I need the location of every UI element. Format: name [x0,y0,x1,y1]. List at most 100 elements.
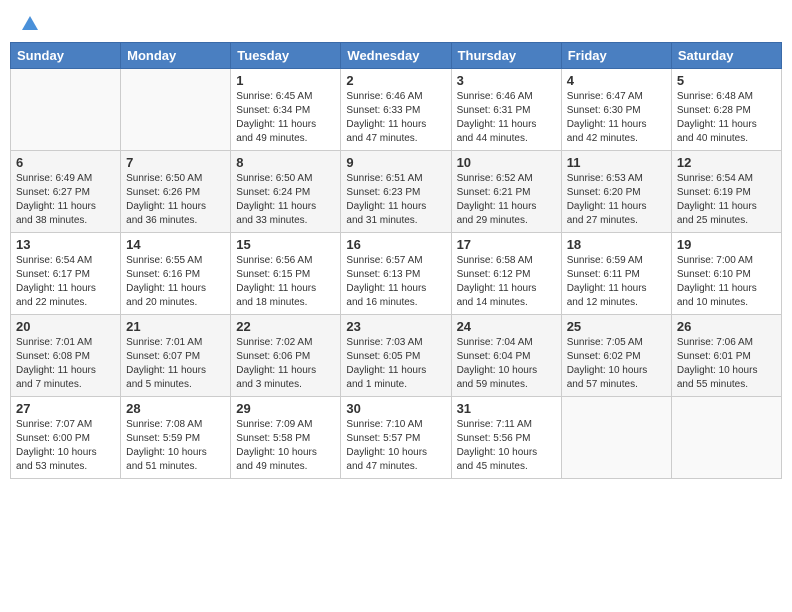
calendar-cell: 13 Sunrise: 6:54 AM Sunset: 6:17 PM Dayli… [11,233,121,315]
calendar-cell: 15 Sunrise: 6:56 AM Sunset: 6:15 PM Dayli… [231,233,341,315]
day-info: Sunrise: 7:04 AM Sunset: 6:04 PM Dayligh… [457,336,556,392]
day-info: Sunrise: 6:46 AM Sunset: 6:33 PM Dayligh… [346,90,445,146]
day-info: Sunrise: 6:49 AM Sunset: 6:27 PM Dayligh… [16,172,115,228]
day-info: Sunrise: 6:52 AM Sunset: 6:21 PM Dayligh… [457,172,556,228]
calendar-cell: 23 Sunrise: 7:03 AM Sunset: 6:05 PM Dayli… [341,315,451,397]
calendar-cell: 12 Sunrise: 6:54 AM Sunset: 6:19 PM Dayli… [671,151,781,233]
day-number: 1 [236,73,335,88]
calendar-week-row: 6 Sunrise: 6:49 AM Sunset: 6:27 PM Daylig… [11,151,782,233]
day-info: Sunrise: 6:59 AM Sunset: 6:11 PM Dayligh… [567,254,666,310]
calendar-cell: 7Sunrise: 6:50 AM Sunset: 6:26 PM Daylig… [121,151,231,233]
calendar-cell: 5 Sunrise: 6:48 AM Sunset: 6:28 PM Daylig… [671,69,781,151]
calendar-cell: 10Sunrise: 6:52 AM Sunset: 6:21 PM Dayli… [451,151,561,233]
day-info: Sunrise: 7:00 AM Sunset: 6:10 PM Dayligh… [677,254,776,310]
calendar-cell: 9 Sunrise: 6:51 AM Sunset: 6:23 PM Daylig… [341,151,451,233]
day-of-week-header: Tuesday [231,43,341,69]
day-number: 30 [346,401,445,416]
day-info: Sunrise: 6:58 AM Sunset: 6:12 PM Dayligh… [457,254,556,310]
day-number: 31 [457,401,556,416]
day-info: Sunrise: 7:08 AM Sunset: 5:59 PM Dayligh… [126,418,225,474]
day-number: 24 [457,319,556,334]
calendar-cell: 11Sunrise: 6:53 AM Sunset: 6:20 PM Dayli… [561,151,671,233]
day-number: 17 [457,237,556,252]
day-number: 13 [16,237,115,252]
day-info: Sunrise: 6:55 AM Sunset: 6:16 PM Dayligh… [126,254,225,310]
day-info: Sunrise: 7:05 AM Sunset: 6:02 PM Dayligh… [567,336,666,392]
day-number: 3 [457,73,556,88]
day-of-week-header: Saturday [671,43,781,69]
calendar-cell [561,397,671,479]
day-number: 8 [236,155,335,170]
day-number: 4 [567,73,666,88]
calendar-table: SundayMondayTuesdayWednesdayThursdayFrid… [10,42,782,479]
calendar-week-row: 1 Sunrise: 6:45 AM Sunset: 6:34 PM Daylig… [11,69,782,151]
day-of-week-header: Friday [561,43,671,69]
day-info: Sunrise: 6:50 AM Sunset: 6:26 PM Dayligh… [126,172,225,228]
day-of-week-header: Sunday [11,43,121,69]
calendar-cell: 18 Sunrise: 6:59 AM Sunset: 6:11 PM Dayli… [561,233,671,315]
day-number: 28 [126,401,225,416]
day-info: Sunrise: 6:54 AM Sunset: 6:17 PM Dayligh… [16,254,115,310]
calendar-cell: 14Sunrise: 6:55 AM Sunset: 6:16 PM Dayli… [121,233,231,315]
day-info: Sunrise: 6:46 AM Sunset: 6:31 PM Dayligh… [457,90,556,146]
day-info: Sunrise: 7:07 AM Sunset: 6:00 PM Dayligh… [16,418,115,474]
day-of-week-header: Thursday [451,43,561,69]
calendar-cell: 2 Sunrise: 6:46 AM Sunset: 6:33 PM Daylig… [341,69,451,151]
day-number: 23 [346,319,445,334]
calendar-cell: 8Sunrise: 6:50 AM Sunset: 6:24 PM Daylig… [231,151,341,233]
day-info: Sunrise: 6:51 AM Sunset: 6:23 PM Dayligh… [346,172,445,228]
calendar-week-row: 27 Sunrise: 7:07 AM Sunset: 6:00 PM Dayli… [11,397,782,479]
day-info: Sunrise: 7:01 AM Sunset: 6:07 PM Dayligh… [126,336,225,392]
calendar-cell: 24 Sunrise: 7:04 AM Sunset: 6:04 PM Dayli… [451,315,561,397]
logo [18,14,40,30]
day-number: 22 [236,319,335,334]
day-info: Sunrise: 6:54 AM Sunset: 6:19 PM Dayligh… [677,172,776,228]
calendar-cell: 4 Sunrise: 6:47 AM Sunset: 6:30 PM Daylig… [561,69,671,151]
day-info: Sunrise: 6:47 AM Sunset: 6:30 PM Dayligh… [567,90,666,146]
calendar-cell: 21 Sunrise: 7:01 AM Sunset: 6:07 PM Dayli… [121,315,231,397]
day-number: 21 [126,319,225,334]
day-info: Sunrise: 6:57 AM Sunset: 6:13 PM Dayligh… [346,254,445,310]
day-number: 6 [16,155,115,170]
day-info: Sunrise: 7:10 AM Sunset: 5:57 PM Dayligh… [346,418,445,474]
calendar-cell: 19Sunrise: 7:00 AM Sunset: 6:10 PM Dayli… [671,233,781,315]
calendar-cell [671,397,781,479]
calendar-week-row: 13 Sunrise: 6:54 AM Sunset: 6:17 PM Dayli… [11,233,782,315]
day-number: 11 [567,155,666,170]
day-number: 26 [677,319,776,334]
day-number: 12 [677,155,776,170]
day-of-week-header: Monday [121,43,231,69]
calendar-cell: 17 Sunrise: 6:58 AM Sunset: 6:12 PM Dayli… [451,233,561,315]
day-info: Sunrise: 7:03 AM Sunset: 6:05 PM Dayligh… [346,336,445,392]
day-info: Sunrise: 7:06 AM Sunset: 6:01 PM Dayligh… [677,336,776,392]
day-number: 29 [236,401,335,416]
calendar-cell: 26 Sunrise: 7:06 AM Sunset: 6:01 PM Dayli… [671,315,781,397]
day-number: 18 [567,237,666,252]
day-info: Sunrise: 6:48 AM Sunset: 6:28 PM Dayligh… [677,90,776,146]
day-info: Sunrise: 6:45 AM Sunset: 6:34 PM Dayligh… [236,90,335,146]
day-info: Sunrise: 7:01 AM Sunset: 6:08 PM Dayligh… [16,336,115,392]
calendar-cell: 25 Sunrise: 7:05 AM Sunset: 6:02 PM Dayli… [561,315,671,397]
calendar-cell: 30 Sunrise: 7:10 AM Sunset: 5:57 PM Dayli… [341,397,451,479]
day-number: 27 [16,401,115,416]
calendar-cell [11,69,121,151]
day-info: Sunrise: 7:09 AM Sunset: 5:58 PM Dayligh… [236,418,335,474]
calendar-cell: 20Sunrise: 7:01 AM Sunset: 6:08 PM Dayli… [11,315,121,397]
day-number: 2 [346,73,445,88]
calendar-week-row: 20Sunrise: 7:01 AM Sunset: 6:08 PM Dayli… [11,315,782,397]
calendar-cell [121,69,231,151]
day-info: Sunrise: 6:56 AM Sunset: 6:15 PM Dayligh… [236,254,335,310]
day-number: 9 [346,155,445,170]
day-number: 5 [677,73,776,88]
calendar-cell: 28 Sunrise: 7:08 AM Sunset: 5:59 PM Dayli… [121,397,231,479]
calendar-cell: 1 Sunrise: 6:45 AM Sunset: 6:34 PM Daylig… [231,69,341,151]
calendar-cell: 31 Sunrise: 7:11 AM Sunset: 5:56 PM Dayli… [451,397,561,479]
day-of-week-header: Wednesday [341,43,451,69]
day-number: 15 [236,237,335,252]
day-number: 16 [346,237,445,252]
calendar-header-row: SundayMondayTuesdayWednesdayThursdayFrid… [11,43,782,69]
logo-icon [20,14,40,34]
day-number: 25 [567,319,666,334]
calendar-cell: 22Sunrise: 7:02 AM Sunset: 6:06 PM Dayli… [231,315,341,397]
day-info: Sunrise: 7:11 AM Sunset: 5:56 PM Dayligh… [457,418,556,474]
